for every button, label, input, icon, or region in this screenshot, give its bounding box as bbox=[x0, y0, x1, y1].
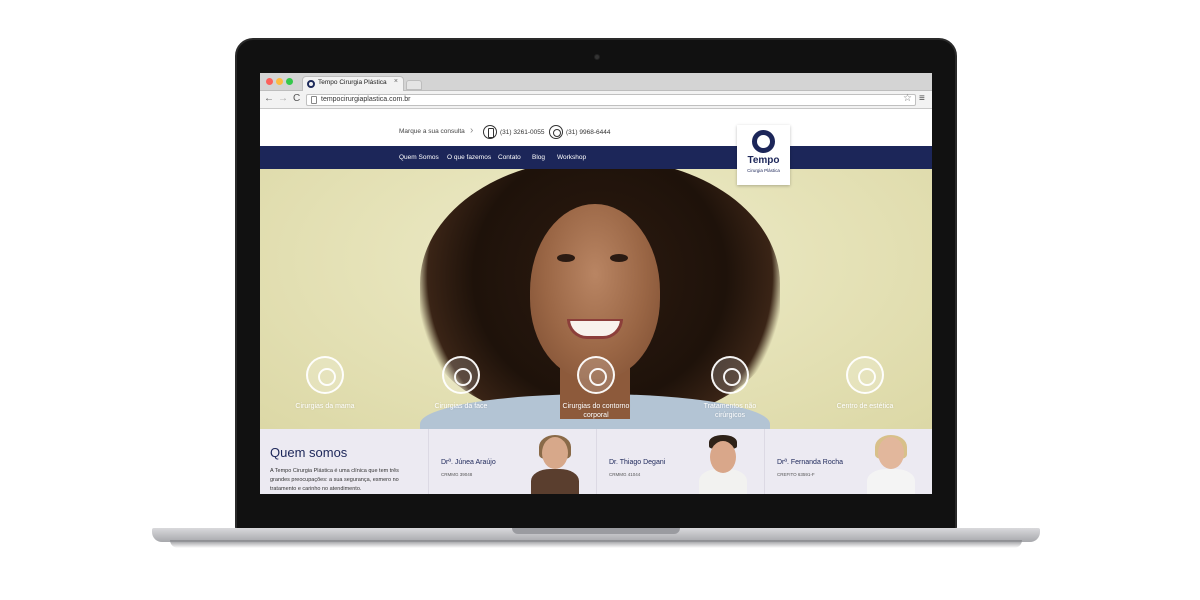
service-mama[interactable]: Cirurgias da mama bbox=[265, 356, 385, 411]
nav-item-o-que-fazemos[interactable]: O que fazemos bbox=[447, 154, 491, 161]
service-label: Cirurgias do contorno corporal bbox=[562, 403, 630, 419]
doctor-photo bbox=[865, 435, 917, 494]
nav-item-blog[interactable]: Blog bbox=[532, 154, 545, 161]
browser-menu-icon[interactable]: ≡ bbox=[919, 93, 925, 104]
new-tab-button[interactable] bbox=[406, 80, 422, 90]
back-icon[interactable]: ← bbox=[264, 93, 274, 104]
logo-ring-icon bbox=[752, 130, 775, 153]
nav-item-workshop[interactable]: Workshop bbox=[557, 154, 586, 161]
doctor-photo-body bbox=[531, 469, 579, 494]
favicon-icon bbox=[307, 80, 315, 88]
chevron-right-icon: › bbox=[470, 125, 474, 136]
logo-name: Tempo bbox=[747, 155, 780, 166]
hero-photo-eye bbox=[610, 254, 628, 262]
browser-tab[interactable]: Tempo Cirurgia Plástica × bbox=[302, 76, 404, 91]
minimize-window-button[interactable] bbox=[276, 78, 283, 85]
doctor-photo-body bbox=[867, 469, 915, 494]
nav-item-contato[interactable]: Contato bbox=[498, 154, 521, 161]
appointment-link[interactable]: Marque a sua consulta bbox=[399, 128, 465, 135]
hero-photo-eye bbox=[557, 254, 575, 262]
doctor-registration: CREFITO 63591-F bbox=[777, 472, 815, 477]
service-estetica[interactable]: Centro de estética bbox=[805, 356, 925, 411]
service-nao-cirurgicos[interactable]: Tratamentos não cirúrgicos bbox=[670, 356, 790, 420]
site-logo[interactable]: Tempo Cirurgia Plástica bbox=[737, 125, 790, 185]
forward-icon[interactable]: → bbox=[278, 93, 288, 104]
doctor-photo-head bbox=[878, 437, 904, 469]
bookmark-star-icon[interactable]: ☆ bbox=[903, 93, 912, 104]
camera-icon bbox=[594, 54, 600, 60]
tab-close-icon[interactable]: × bbox=[394, 78, 398, 85]
doctor-registration: CRMMG 41044 bbox=[609, 472, 641, 477]
body-contour-icon bbox=[577, 356, 615, 394]
close-window-button[interactable] bbox=[266, 78, 273, 85]
service-label: Tratamentos não cirúrgicos bbox=[703, 403, 757, 419]
browser-toolbar: ← → C tempocirurgiaplastica.com.br ☆ ≡ bbox=[260, 91, 932, 109]
face-icon bbox=[442, 356, 480, 394]
about-text: A Tempo Cirurgia Plástica é uma clínica … bbox=[270, 468, 399, 492]
doctor-photo-head bbox=[542, 437, 568, 469]
service-face[interactable]: Cirurgias da face bbox=[401, 356, 521, 411]
doctor-name: Drª. Fernanda Rocha bbox=[777, 459, 844, 466]
doctor-photo bbox=[697, 435, 749, 494]
doctor-card[interactable]: Dr. Thiago Degani CRMMG 41044 bbox=[596, 429, 764, 494]
laptop-notch bbox=[512, 528, 680, 534]
service-contorno[interactable]: Cirurgias do contorno corporal bbox=[536, 356, 656, 420]
address-bar[interactable]: tempocirurgiaplastica.com.br ☆ bbox=[306, 93, 916, 106]
laptop-shadow bbox=[170, 540, 1022, 548]
logo-subtitle: Cirurgia Plástica bbox=[747, 168, 780, 173]
doctor-card[interactable]: Drª. Júnea Araújo CRMMG 39048 bbox=[428, 429, 596, 494]
breast-icon bbox=[306, 356, 344, 394]
page-icon bbox=[311, 96, 317, 104]
service-label: Cirurgias da mama bbox=[295, 403, 355, 410]
main-nav bbox=[260, 146, 932, 169]
nav-item-quem-somos[interactable]: Quem Somos bbox=[399, 154, 439, 161]
doctor-name: Drª. Júnea Araújo bbox=[441, 459, 496, 466]
browser-tab-bar: Tempo Cirurgia Plástica × bbox=[260, 73, 932, 91]
doctor-registration: CRMMG 39048 bbox=[441, 472, 473, 477]
site-header bbox=[260, 109, 932, 147]
phone-icon bbox=[483, 125, 497, 139]
doctor-name: Dr. Thiago Degani bbox=[609, 459, 666, 466]
tab-title: Tempo Cirurgia Plástica bbox=[318, 79, 387, 86]
spa-icon bbox=[846, 356, 884, 394]
whatsapp-number[interactable]: (31) 9968-6444 bbox=[566, 129, 610, 136]
maximize-window-button[interactable] bbox=[286, 78, 293, 85]
doctor-photo-head bbox=[710, 441, 736, 473]
laptop-screen: Tempo Cirurgia Plástica × ← → C tempocir… bbox=[260, 73, 932, 494]
syringe-icon bbox=[711, 356, 749, 394]
phone-number[interactable]: (31) 3261-0055 bbox=[500, 129, 544, 136]
doctor-photo bbox=[529, 435, 581, 494]
url-text: tempocirurgiaplastica.com.br bbox=[321, 96, 411, 103]
reload-icon[interactable]: C bbox=[293, 93, 300, 104]
service-label: Cirurgias da face bbox=[434, 403, 488, 410]
hero-photo-face bbox=[530, 204, 660, 379]
whatsapp-icon bbox=[549, 125, 563, 139]
doctor-card[interactable]: Drª. Fernanda Rocha CREFITO 63591-F bbox=[764, 429, 932, 494]
about-title: Quem somos bbox=[270, 445, 348, 460]
service-label: Centro de estética bbox=[836, 403, 894, 410]
